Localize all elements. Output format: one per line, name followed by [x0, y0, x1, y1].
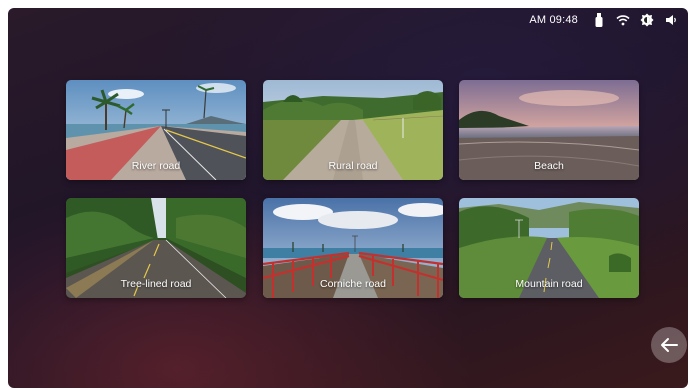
route-label: Beach: [534, 160, 564, 172]
route-label: River road: [131, 160, 181, 172]
route-label: Mountain road: [515, 278, 583, 290]
brightness-icon: [640, 13, 654, 27]
arrow-left-icon: [661, 338, 678, 352]
app-screen: AM 09:48 River road Rural road Beach Tre…: [8, 8, 688, 388]
route-label: Rural road: [328, 160, 378, 172]
status-time: AM 09:48: [529, 14, 578, 26]
route-card-river-road[interactable]: River road: [66, 80, 246, 180]
route-label: Corniche road: [320, 278, 386, 290]
route-card-mountain-road[interactable]: Mountain road: [459, 198, 639, 298]
route-card-rural-road[interactable]: Rural road: [263, 80, 443, 180]
route-card-beach[interactable]: Beach: [459, 80, 639, 180]
usb-icon: [592, 13, 606, 27]
route-card-tree-lined-road[interactable]: Tree-lined road: [66, 198, 246, 298]
volume-icon: [664, 13, 678, 27]
route-card-corniche-road[interactable]: Corniche road: [263, 198, 443, 298]
status-bar: AM 09:48: [529, 8, 688, 32]
wifi-icon: [616, 13, 630, 27]
route-grid: River road Rural road Beach Tree-lined r…: [66, 80, 640, 300]
route-label: Tree-lined road: [120, 278, 192, 290]
back-button[interactable]: [651, 327, 687, 363]
